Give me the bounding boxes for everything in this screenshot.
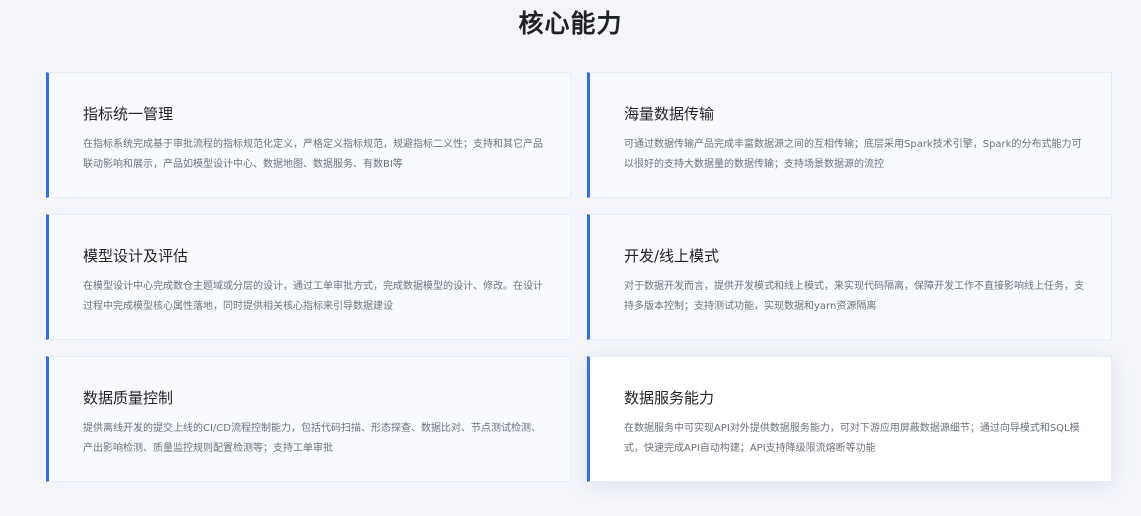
core-capabilities-section: 核心能力 指标统一管理 在指标系统完成基于审批流程的指标规范化定义，严格定义指标… bbox=[0, 0, 1141, 516]
card-title: 指标统一管理 bbox=[83, 105, 174, 123]
card-title: 数据服务能力 bbox=[624, 389, 715, 407]
capability-card-model-design[interactable]: 模型设计及评估 在模型设计中心完成数仓主题域或分层的设计，通过工单审批方式，完成… bbox=[46, 214, 571, 340]
card-description: 提供离线开发的提交上线的CI/CD流程控制能力，包括代码扫描、形态探查、数据比对… bbox=[83, 423, 541, 454]
card-title: 模型设计及评估 bbox=[83, 247, 189, 265]
capability-card-metric-management[interactable]: 指标统一管理 在指标系统完成基于审批流程的指标规范化定义，严格定义指标规范，规避… bbox=[46, 72, 571, 198]
card-description: 可通过数据传输产品完成丰富数据源之间的互相传输；底层采用Spark技术引擎，Sp… bbox=[624, 139, 1082, 170]
capability-grid: 指标统一管理 在指标系统完成基于审批流程的指标规范化定义，严格定义指标规范，规避… bbox=[46, 72, 1112, 482]
card-title: 数据质量控制 bbox=[83, 389, 174, 407]
card-title: 海量数据传输 bbox=[624, 105, 715, 123]
card-description: 在数据服务中可实现API对外提供数据服务能力，可对下游应用屏蔽数据源细节；通过向… bbox=[624, 423, 1080, 454]
card-description: 在指标系统完成基于审批流程的指标规范化定义，严格定义指标规范，规避指标二义性；支… bbox=[83, 139, 543, 170]
capability-card-data-quality[interactable]: 数据质量控制 提供离线开发的提交上线的CI/CD流程控制能力，包括代码扫描、形态… bbox=[46, 356, 571, 482]
card-title: 开发/线上模式 bbox=[624, 247, 720, 265]
capability-card-data-transfer[interactable]: 海量数据传输 可通过数据传输产品完成丰富数据源之间的互相传输；底层采用Spark… bbox=[587, 72, 1112, 198]
capability-card-dev-online-mode[interactable]: 开发/线上模式 对于数据开发而言，提供开发模式和线上模式，来实现代码隔离，保障开… bbox=[587, 214, 1112, 340]
card-description: 在模型设计中心完成数仓主题域或分层的设计，通过工单审批方式，完成数据模型的设计、… bbox=[83, 281, 543, 312]
section-title: 核心能力 bbox=[518, 9, 623, 38]
card-description: 对于数据开发而言，提供开发模式和线上模式，来实现代码隔离，保障开发工作不直接影响… bbox=[624, 281, 1084, 312]
capability-card-data-service[interactable]: 数据服务能力 在数据服务中可实现API对外提供数据服务能力，可对下游应用屏蔽数据… bbox=[587, 356, 1112, 482]
